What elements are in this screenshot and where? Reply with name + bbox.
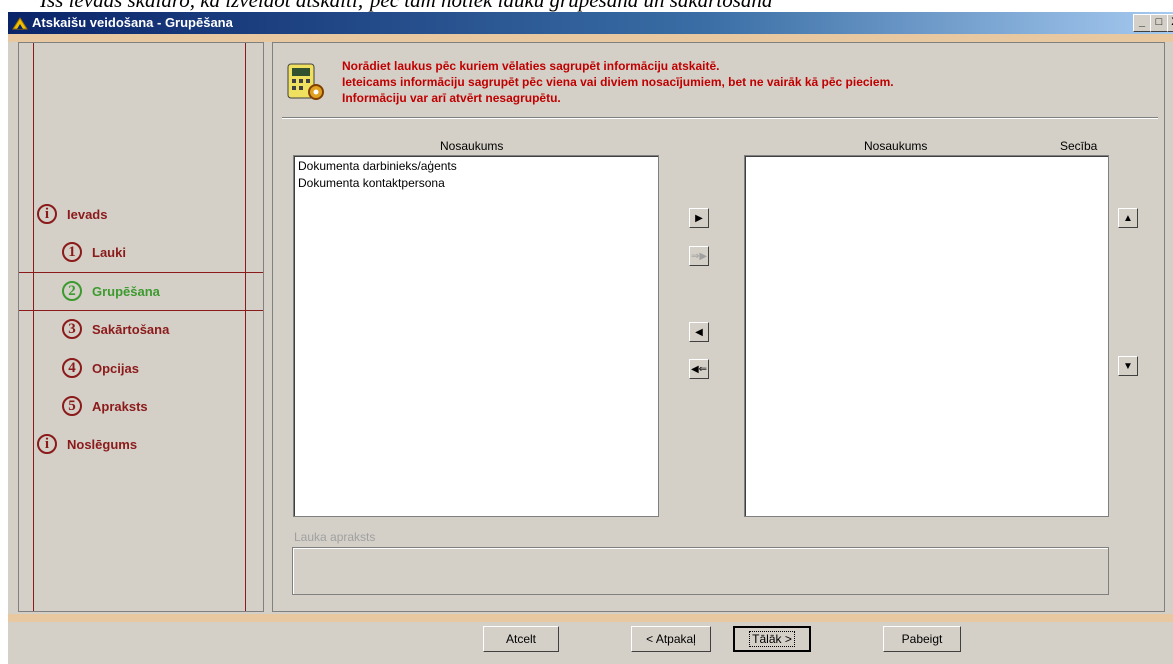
step-label: Opcijas [92, 360, 139, 376]
double-arrow-left-icon: ◀⇐ [690, 363, 708, 375]
step-grupesana[interactable]: 2 Grupēšana [62, 279, 160, 303]
next-button[interactable]: Tālāk > [733, 626, 811, 652]
remove-field-button[interactable]: ◀ [689, 322, 709, 342]
maximize-button[interactable]: □ [1150, 14, 1168, 32]
grouped-fields-list[interactable] [744, 155, 1109, 517]
instruction-line: Norādiet laukus pēc kuriem vēlaties sagr… [342, 59, 720, 73]
step-number-icon: 5 [62, 396, 82, 416]
separator [282, 117, 1158, 119]
remove-all-fields-button[interactable]: ◀⇐ [689, 359, 709, 379]
sidebar-line-left [33, 43, 34, 611]
step-label: Lauki [92, 244, 126, 260]
step-number-icon: 1 [62, 242, 82, 262]
active-step-line-top [19, 272, 263, 273]
button-label: < Atpakaļ [646, 632, 696, 646]
step-label: Apraksts [92, 398, 148, 414]
cancel-button[interactable]: Atcelt [483, 626, 559, 652]
step-number-icon: 3 [62, 319, 82, 339]
step-label: Noslēgums [67, 436, 138, 452]
move-up-button[interactable]: ▲ [1118, 208, 1138, 228]
right-list-header-name: Nosaukums [864, 139, 928, 153]
right-list-header-order: Secība [1060, 139, 1098, 153]
back-button[interactable]: < Atpakaļ [631, 626, 711, 652]
arrow-down-icon: ▼ [1123, 360, 1133, 372]
move-down-button[interactable]: ▼ [1118, 356, 1138, 376]
step-sakartosana[interactable]: 3 Sakārtošana [62, 317, 169, 341]
title-bar: Atskaišu veidošana - Grupēšana _ □ X [8, 12, 1173, 34]
arrow-left-icon: ◀ [695, 326, 703, 338]
button-label: Atcelt [505, 632, 536, 646]
list-item[interactable]: Dokumenta darbinieks/aģents [294, 158, 658, 175]
arrow-right-icon: ▶ [695, 212, 703, 224]
left-list-header: Nosaukums [440, 139, 504, 153]
add-all-fields-button[interactable]: ⇒▶ [689, 246, 709, 266]
step-label: Ievads [67, 206, 108, 222]
window-frame-top [8, 34, 1173, 42]
step-noslegums[interactable]: i Noslēgums [37, 432, 137, 456]
add-field-button[interactable]: ▶ [689, 208, 709, 228]
cropped-background-text: Īss ievads skaidro, kā izveidot atskaiti… [0, 0, 1173, 12]
info-step-icon: i [37, 204, 57, 224]
instruction-text: Norādiet laukus pēc kuriem vēlaties sagr… [342, 58, 894, 106]
field-description-label: Lauka apraksts [294, 530, 376, 544]
step-label: Grupēšana [92, 283, 160, 299]
step-opcijas[interactable]: 4 Opcijas [62, 356, 139, 380]
step-apraksts[interactable]: 5 Apraksts [62, 394, 148, 418]
app-logo-icon [12, 17, 28, 30]
arrow-up-icon: ▲ [1123, 212, 1133, 224]
button-label: Pabeigt [901, 632, 943, 646]
step-ievads[interactable]: i Ievads [37, 202, 107, 226]
list-item[interactable]: Dokumenta kontaktpersona [294, 175, 658, 192]
active-step-line-bottom [19, 310, 263, 311]
button-label: Tālāk > [749, 631, 795, 647]
instruction-line: Ieteicams informāciju sagrupēt pēc viena… [342, 75, 894, 89]
calculator-settings-icon [287, 63, 324, 100]
finish-button[interactable]: Pabeigt [883, 626, 961, 652]
sidebar-line-right [245, 43, 246, 611]
minimize-button[interactable]: _ [1133, 14, 1151, 32]
double-arrow-right-icon: ⇒▶ [690, 250, 708, 262]
step-lauki[interactable]: 1 Lauki [62, 240, 126, 264]
available-fields-list[interactable]: Dokumenta darbinieks/aģents Dokumenta ko… [293, 155, 659, 517]
field-description-box [292, 547, 1109, 595]
window-title: Atskaišu veidošana - Grupēšana [32, 15, 233, 30]
step-number-icon: 4 [62, 358, 82, 378]
step-label: Sakārtošana [92, 321, 170, 337]
step-number-icon: 2 [62, 281, 82, 301]
instruction-line: Informāciju var arī atvērt nesagrupētu. [342, 91, 561, 105]
wizard-steps-sidebar: i Ievads 1 Lauki 2 Grupēšana 3 Sakārtoša… [18, 42, 264, 612]
info-step-icon: i [37, 434, 57, 454]
window-frame-bottom [8, 614, 1173, 622]
close-button[interactable]: X [1167, 14, 1173, 32]
